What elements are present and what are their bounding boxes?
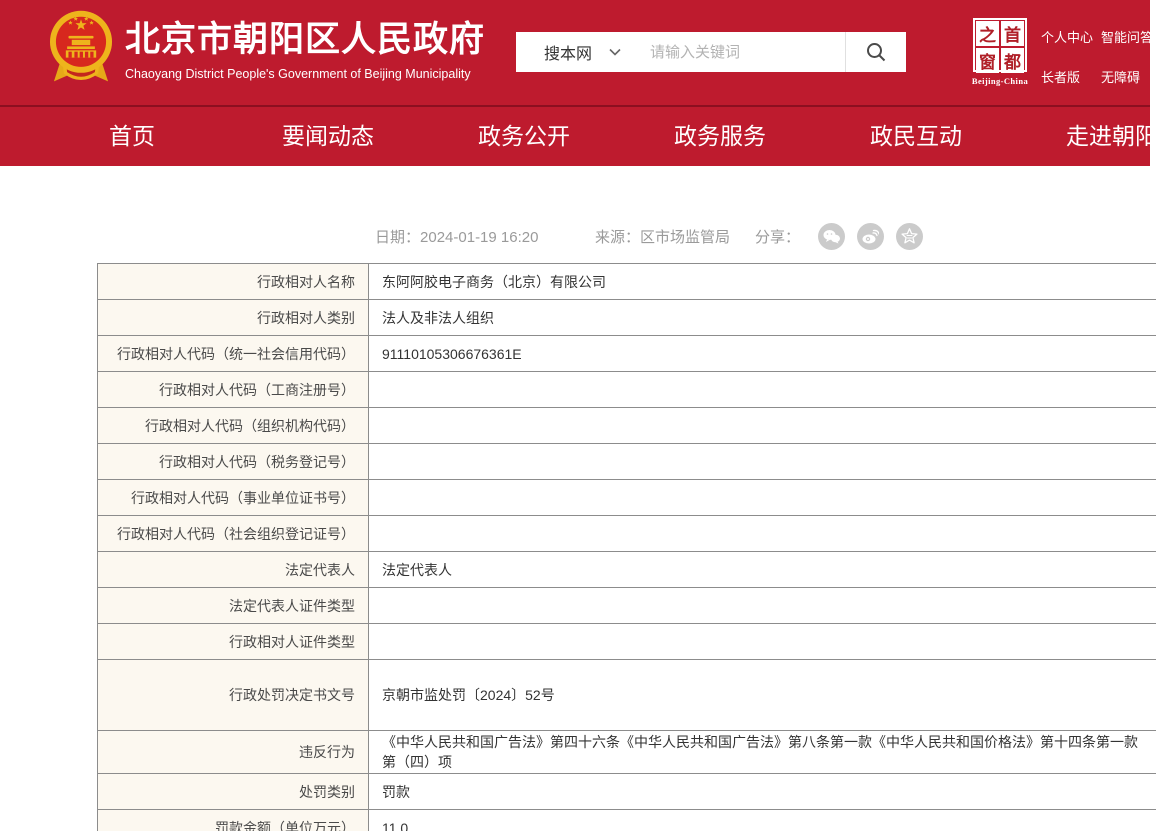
article-source: 来源：区市场监管局 xyxy=(595,226,755,247)
header-quick-links: 个人中心 智能问答 长者版 无障碍 xyxy=(1041,27,1153,86)
table-row: 处罚类别 罚款 xyxy=(98,774,1156,810)
table-row: 行政相对人代码（社会组织登记证号） xyxy=(98,516,1156,552)
row-value: 法人及非法人组织 xyxy=(369,300,1156,336)
portal-logo-char: 窗 xyxy=(976,48,999,73)
portal-logo-shoudu-zhichuang[interactable]: 之 首 窗 都 Beijing-China xyxy=(971,18,1029,86)
nav-item[interactable]: 政务公开 xyxy=(426,107,622,166)
weibo-icon[interactable] xyxy=(857,223,884,250)
row-label: 行政相对人代码（工商注册号） xyxy=(98,372,369,408)
row-value xyxy=(369,372,1156,408)
table-row: 行政相对人代码（事业单位证书号） xyxy=(98,480,1156,516)
row-label: 行政相对人代码（事业单位证书号） xyxy=(98,480,369,516)
portal-logo-char: 都 xyxy=(1001,48,1024,73)
row-label: 法定代表人证件类型 xyxy=(98,588,369,624)
search-scope-dropdown[interactable]: 搜本网 xyxy=(516,40,622,64)
nav-item[interactable]: 要闻动态 xyxy=(230,107,426,166)
national-emblem-icon xyxy=(48,8,114,98)
row-label: 行政相对人代码（税务登记号） xyxy=(98,444,369,480)
row-value xyxy=(369,624,1156,660)
quick-link[interactable]: 无障碍 xyxy=(1101,67,1153,86)
table-row: 行政相对人代码（统一社会信用代码） 91110105306676361E xyxy=(98,336,1156,372)
portal-logo-char: 之 xyxy=(976,21,999,46)
nav-item[interactable]: 政民互动 xyxy=(818,107,1014,166)
table-row: 行政相对人类别 法人及非法人组织 xyxy=(98,300,1156,336)
row-label: 行政相对人代码（统一社会信用代码） xyxy=(98,336,369,372)
row-value xyxy=(369,408,1156,444)
quick-link[interactable]: 智能问答 xyxy=(1101,27,1153,46)
row-label: 罚款金额（单位万元） xyxy=(98,810,369,831)
search-input[interactable] xyxy=(648,43,845,62)
site-subtitle: Chaoyang District People's Government of… xyxy=(125,67,485,81)
row-label: 行政相对人名称 xyxy=(98,264,369,300)
nav-inner: 首页 要闻动态 政务公开 政务服务 政民互动 走进朝阳 xyxy=(34,107,1150,166)
site-header: 北京市朝阳区人民政府 Chaoyang District People's Go… xyxy=(0,0,1150,105)
search-box: 搜本网 xyxy=(516,32,906,72)
table-row: 行政处罚决定书文号 京朝市监处罚〔2024〕52号 xyxy=(98,660,1156,731)
star-icon[interactable] xyxy=(896,223,923,250)
row-value: 法定代表人 xyxy=(369,552,1156,588)
row-label: 违反行为 xyxy=(98,731,369,774)
table-row: 行政相对人名称 东阿阿胶电子商务（北京）有限公司 xyxy=(98,264,1156,300)
site-title: 北京市朝阳区人民政府 xyxy=(125,21,485,60)
article-date: 日期：2024-01-19 16:20 xyxy=(375,226,595,247)
portal-logo-grid: 之 首 窗 都 xyxy=(973,18,1027,72)
brand-text: 北京市朝阳区人民政府 Chaoyang District People's Go… xyxy=(125,8,485,81)
row-label: 处罚类别 xyxy=(98,774,369,810)
nav-item[interactable]: 首页 xyxy=(34,107,230,166)
row-value xyxy=(369,480,1156,516)
main-navbar: 首页 要闻动态 政务公开 政务服务 政民互动 走进朝阳 xyxy=(0,105,1150,166)
search-button[interactable] xyxy=(846,32,906,72)
share-label: 分享： xyxy=(755,226,800,247)
table-row: 罚款金额（单位万元） 11.0 xyxy=(98,810,1156,831)
row-value xyxy=(369,588,1156,624)
row-label: 行政相对人代码（社会组织登记证号） xyxy=(98,516,369,552)
quick-link[interactable]: 个人中心 xyxy=(1041,27,1099,46)
row-label: 行政相对人类别 xyxy=(98,300,369,336)
row-label: 行政处罚决定书文号 xyxy=(98,660,369,731)
row-value: 《中华人民共和国广告法》第四十六条《中华人民共和国广告法》第八条第一款《中华人民… xyxy=(369,731,1156,774)
row-value xyxy=(369,516,1156,552)
row-value: 京朝市监处罚〔2024〕52号 xyxy=(369,660,1156,731)
search-scope-label: 搜本网 xyxy=(544,40,592,64)
wechat-icon[interactable] xyxy=(818,223,845,250)
quick-link[interactable]: 长者版 xyxy=(1041,67,1099,86)
chevron-down-icon xyxy=(608,47,622,57)
row-value: 91110105306676361E xyxy=(369,336,1156,372)
table-row: 行政相对人证件类型 xyxy=(98,624,1156,660)
row-label: 法定代表人 xyxy=(98,552,369,588)
portal-logo-char: 首 xyxy=(1001,21,1024,46)
nav-item[interactable]: 走进朝阳 xyxy=(1014,107,1150,166)
table-row: 法定代表人 法定代表人 xyxy=(98,552,1156,588)
table-row: 行政相对人代码（组织机构代码） xyxy=(98,408,1156,444)
row-label: 行政相对人代码（组织机构代码） xyxy=(98,408,369,444)
table-row: 行政相对人代码（工商注册号） xyxy=(98,372,1156,408)
row-value xyxy=(369,444,1156,480)
nav-item[interactable]: 政务服务 xyxy=(622,107,818,166)
penalty-table: 行政相对人名称 东阿阿胶电子商务（北京）有限公司 行政相对人类别 法人及非法人组… xyxy=(97,263,1156,831)
table-row: 违反行为 《中华人民共和国广告法》第四十六条《中华人民共和国广告法》第八条第一款… xyxy=(98,731,1156,774)
portal-logo-caption: Beijing-China xyxy=(971,76,1029,86)
share-icons xyxy=(818,223,923,250)
row-label: 行政相对人证件类型 xyxy=(98,624,369,660)
row-value: 东阿阿胶电子商务（北京）有限公司 xyxy=(369,264,1156,300)
table-row: 法定代表人证件类型 xyxy=(98,588,1156,624)
magnifier-icon xyxy=(864,40,888,64)
penalty-table-wrap: 行政相对人名称 东阿阿胶电子商务（北京）有限公司 行政相对人类别 法人及非法人组… xyxy=(97,263,1156,831)
row-value: 11.0 xyxy=(369,810,1156,831)
site-brand-link[interactable]: 北京市朝阳区人民政府 Chaoyang District People's Go… xyxy=(48,8,485,98)
article-meta: 日期：2024-01-19 16:20 来源：区市场监管局 分享： xyxy=(375,222,1156,250)
row-value: 罚款 xyxy=(369,774,1156,810)
table-row: 行政相对人代码（税务登记号） xyxy=(98,444,1156,480)
